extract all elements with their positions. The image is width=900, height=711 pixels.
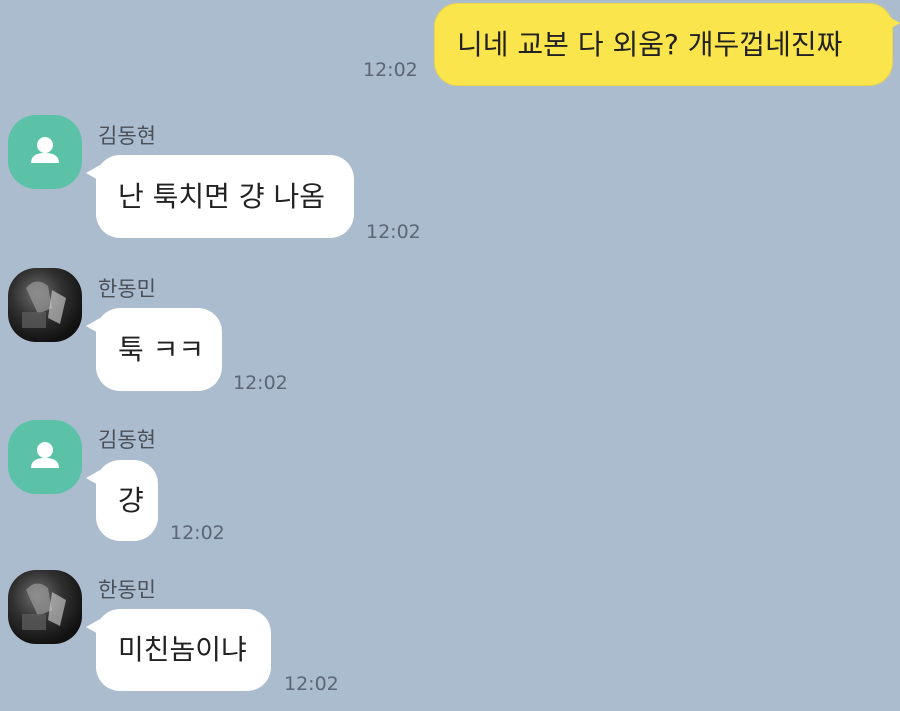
default-user-icon — [31, 137, 59, 163]
photo-avatar-icon — [22, 281, 66, 328]
message-text: 미친놈이냐 — [118, 633, 247, 666]
photo-avatar-icon — [22, 583, 66, 630]
avatar-photo[interactable] — [8, 268, 82, 342]
incoming-message-bubble[interactable]: 걍 — [86, 460, 158, 541]
sender-name: 한동민 — [98, 277, 156, 301]
message-time: 12:02 — [363, 59, 418, 81]
message-text: 걍 — [118, 483, 144, 517]
message-time: 12:02 — [170, 522, 225, 544]
outgoing-message-bubble[interactable]: 니네 교본 다 외움? 개두껍네진짜 — [434, 3, 900, 86]
message-time: 12:02 — [366, 221, 421, 243]
message-time: 12:02 — [284, 673, 339, 695]
incoming-message-bubble[interactable]: 툭 ㅋㅋ — [86, 308, 222, 391]
sender-name: 김동현 — [98, 124, 156, 148]
message-text: 니네 교본 다 외움? 개두껍네진짜 — [457, 27, 843, 61]
message-text: 난 툭치면 걍 나옴 — [118, 179, 326, 213]
avatar-default[interactable] — [8, 420, 82, 494]
chat-room: 12:02 니네 교본 다 외움? 개두껍네진짜 김동현 난 툭치면 걍 나옴 … — [0, 0, 900, 711]
incoming-message-bubble[interactable]: 난 툭치면 걍 나옴 — [86, 155, 354, 238]
message-text: 툭 ㅋㅋ — [118, 332, 205, 366]
avatar-default[interactable] — [8, 115, 82, 189]
default-user-icon — [31, 442, 59, 468]
sender-name: 김동현 — [98, 428, 156, 452]
incoming-message-bubble[interactable]: 미친놈이냐 — [86, 609, 271, 691]
sender-name: 한동민 — [98, 578, 156, 602]
avatar-photo[interactable] — [8, 570, 82, 644]
message-time: 12:02 — [233, 372, 288, 394]
